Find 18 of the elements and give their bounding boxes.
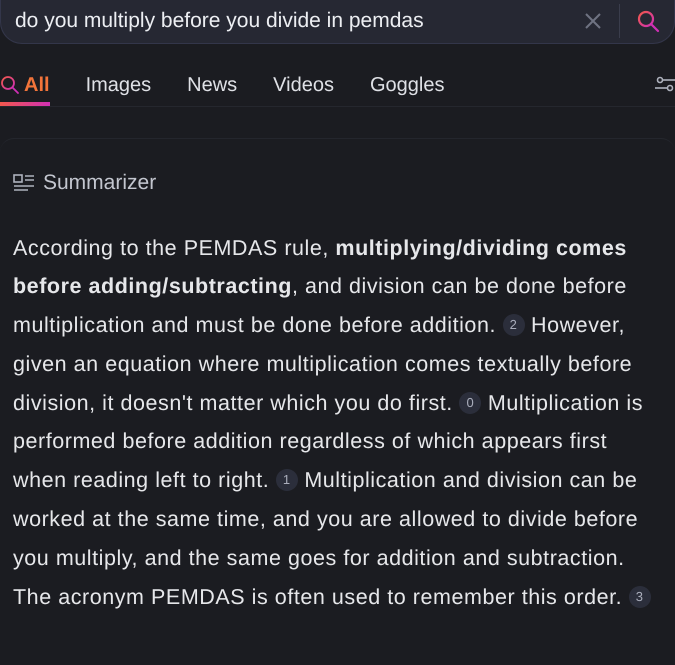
summarizer-title: Summarizer	[43, 170, 156, 196]
search-field[interactable]: do you multiply before you divide in pemdas	[13, 8, 583, 34]
tab[interactable]: All	[0, 70, 50, 106]
search-bar[interactable]: do you multiply before you divide in pemdas	[0, 0, 675, 44]
search-icon[interactable]	[636, 8, 660, 32]
citation-link[interactable]: 3	[628, 586, 651, 608]
tab[interactable]: Images	[86, 70, 152, 106]
summary-paragraph: According to the PEMDAS rule, multiplying/dividing comes before adding/subtracting, and division can be done before multiplication and must be done before addition. 2 However, given an equation where multiplication comes textually before division, it doesn't matter which you do first. 0 Multiplication is performed before addition regardless of which appears first when reading left to right. 1 Multiplication and division can be worked at the same time, and you are allowed to divide before you multiply, and the same goes for addition and subtraction. The acronym PEMDAS is often used to remember this order. 3	[13, 228, 662, 616]
search-icon	[0, 75, 20, 95]
document-icon	[13, 172, 35, 193]
citation-link[interactable]: 1	[276, 469, 298, 492]
tab[interactable]: Videos	[273, 70, 334, 106]
citation-link[interactable]: 0	[459, 392, 482, 414]
close-icon[interactable]	[583, 10, 603, 30]
filter-icon[interactable]	[655, 74, 675, 94]
citation-link[interactable]: 2	[502, 314, 524, 336]
tab[interactable]: News	[187, 70, 238, 106]
tab[interactable]: Goggles	[370, 70, 444, 106]
